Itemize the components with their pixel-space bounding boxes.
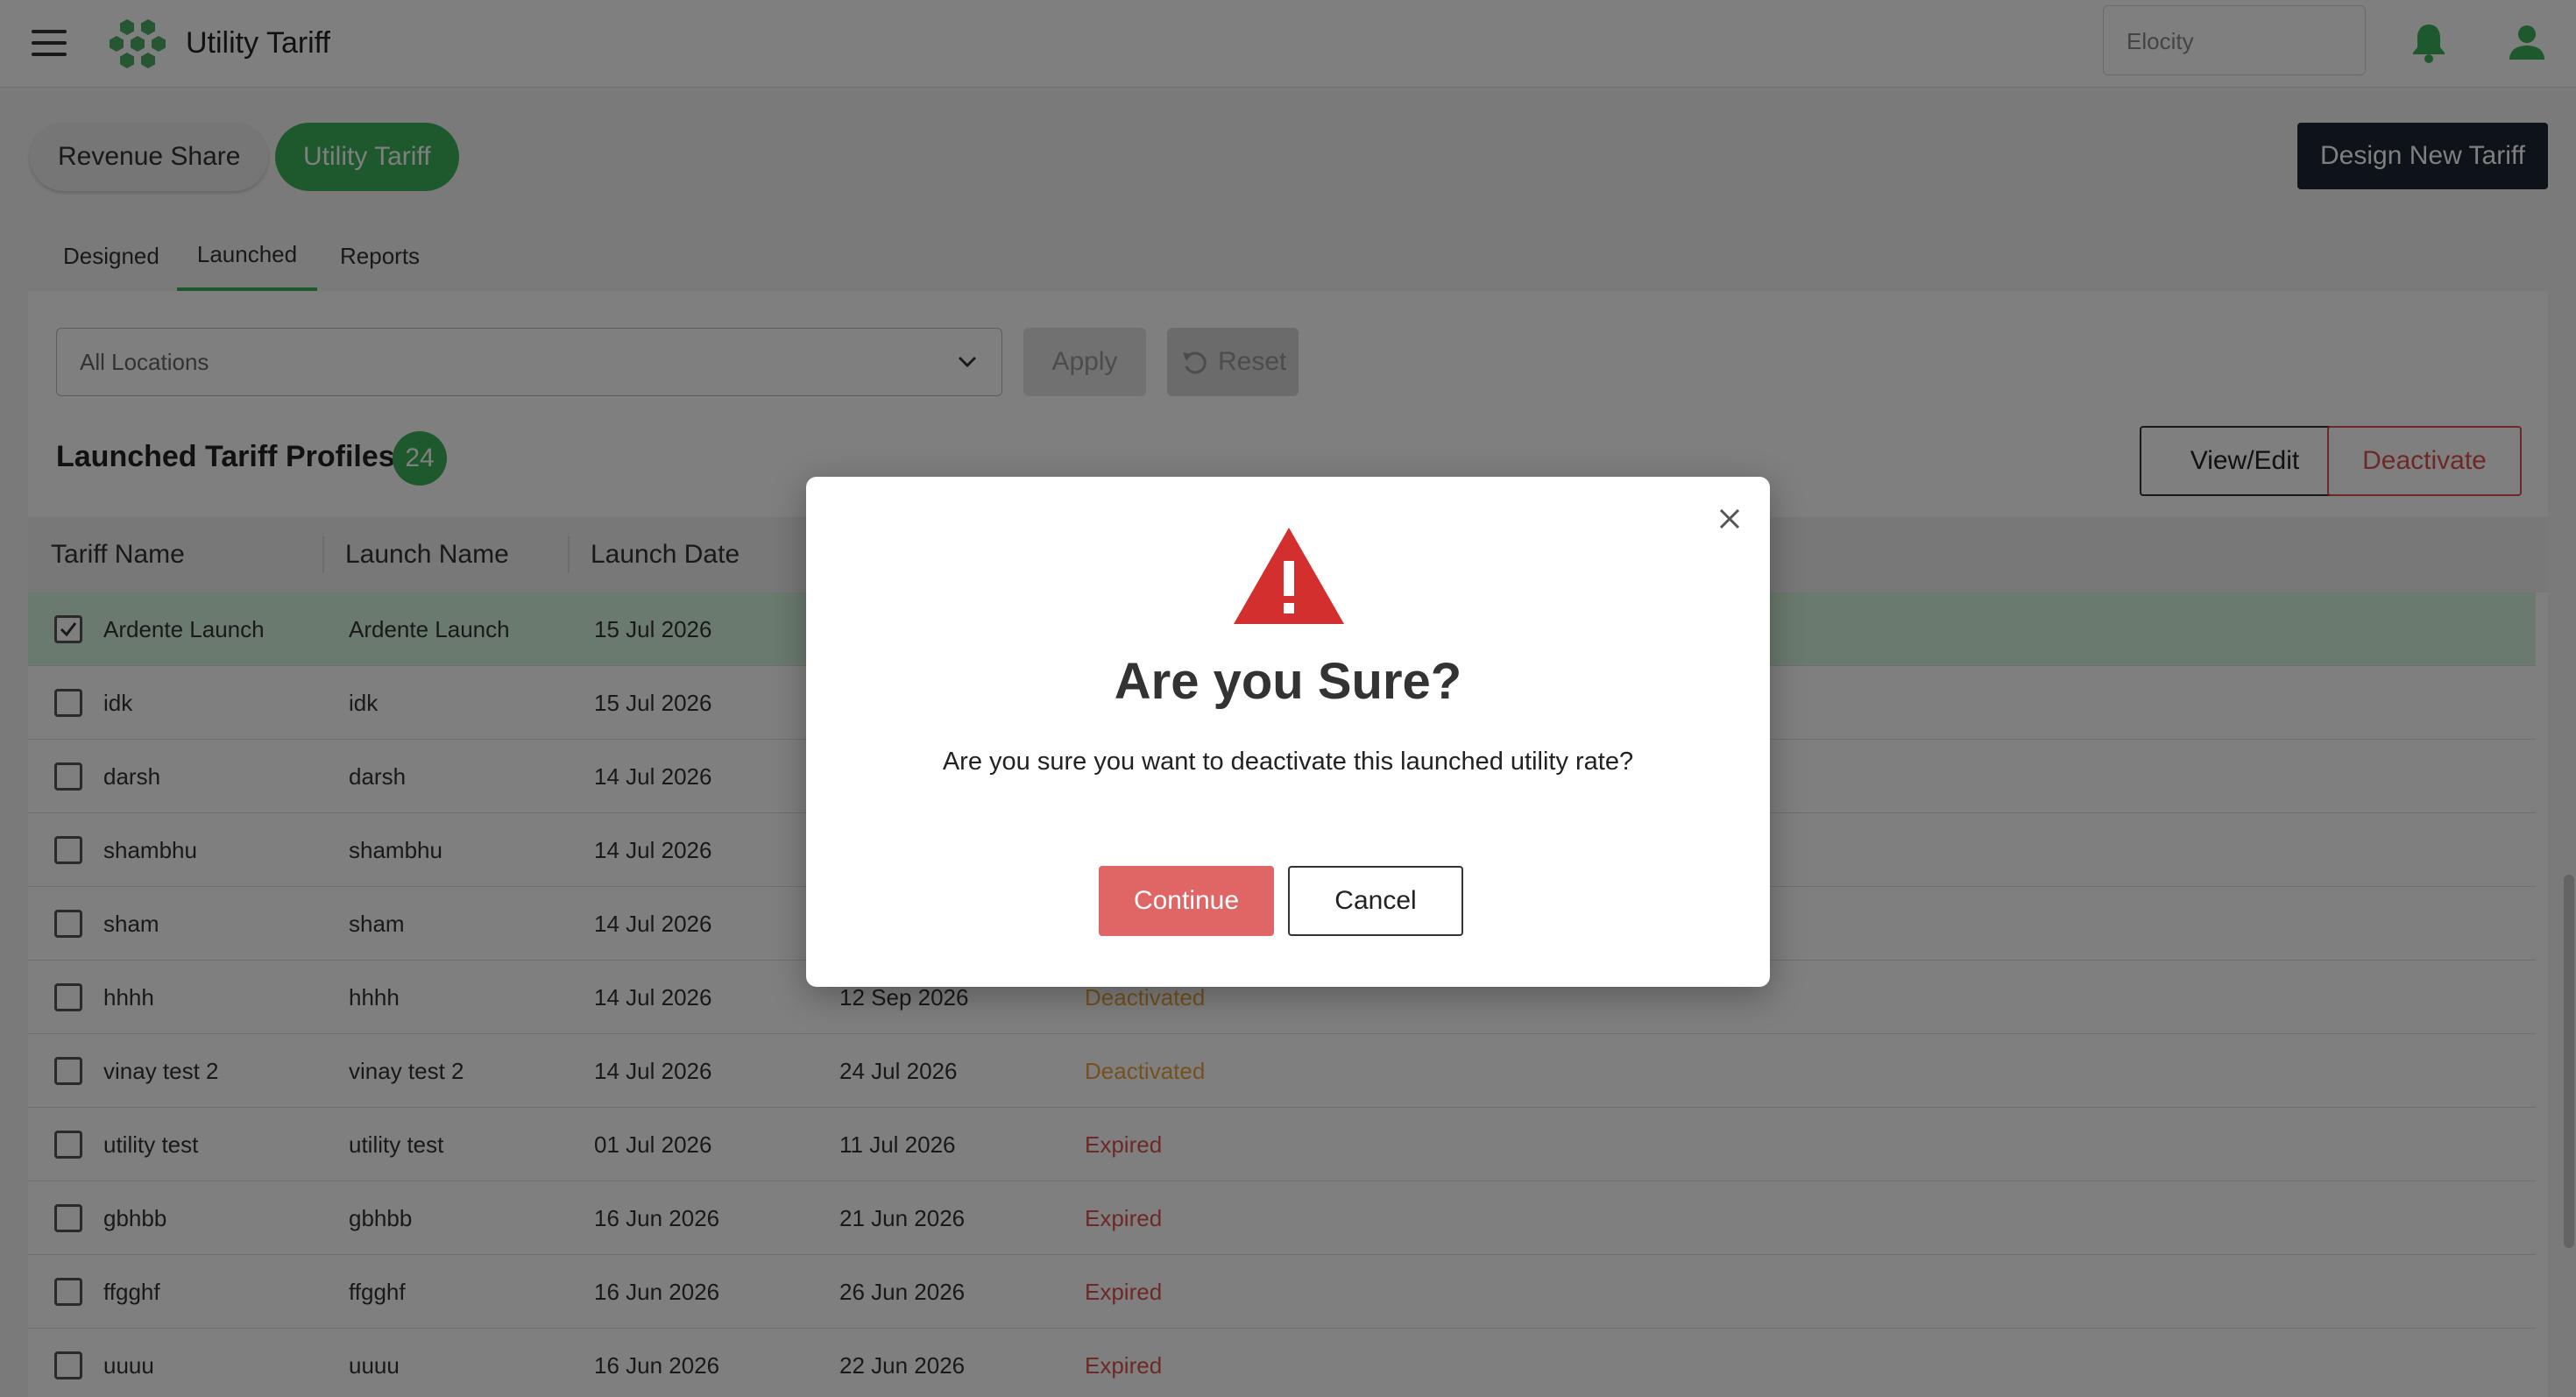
close-icon[interactable]: [1712, 501, 1747, 536]
cancel-button[interactable]: Cancel: [1288, 866, 1463, 936]
warning-triangle-icon: [1234, 528, 1344, 624]
confirm-deactivate-dialog: Are you Sure? Are you sure you want to d…: [806, 477, 1770, 987]
continue-button[interactable]: Continue: [1099, 866, 1274, 936]
modal-title: Are you Sure?: [1114, 653, 1462, 710]
modal-message: Are you sure you want to deactivate this…: [942, 748, 1634, 776]
